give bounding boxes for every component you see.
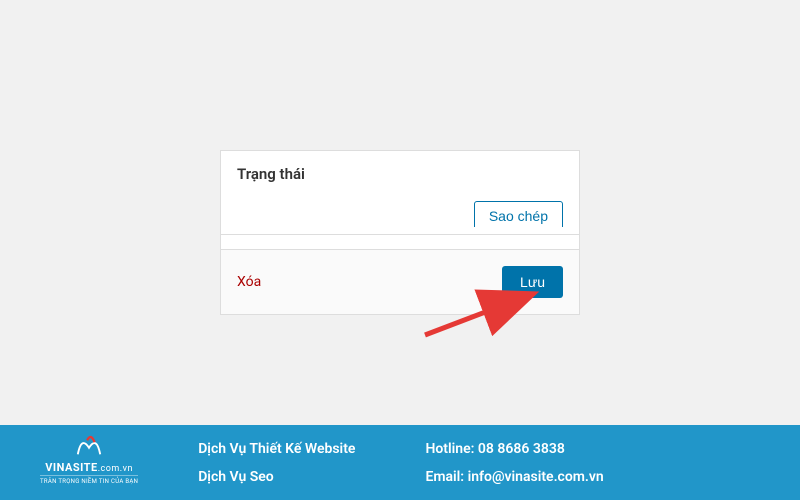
delete-link[interactable]: Xóa xyxy=(237,274,261,290)
logo-icon xyxy=(69,431,109,459)
email: Email: info@vinasite.com.vn xyxy=(425,463,603,491)
logo-tagline: TRÂN TRỌNG NIỀM TIN CỦA BẠN xyxy=(40,475,138,485)
logo-text: VINASITE.com.vn xyxy=(45,461,133,474)
footer-contact: Hotline: 08 8686 3838 Email: info@vinasi… xyxy=(425,435,603,491)
logo: VINASITE.com.vn TRÂN TRỌNG NIỀM TIN CỦA … xyxy=(40,431,138,485)
panel-title: Trạng thái xyxy=(221,151,579,191)
service-seo: Dịch Vụ Seo xyxy=(198,463,355,491)
footer-services: Dịch Vụ Thiết Kế Website Dịch Vụ Seo xyxy=(198,435,355,491)
panel-footer: Xóa Lưu xyxy=(221,250,579,314)
panel-strip xyxy=(220,227,580,235)
footer-bar: VINASITE.com.vn TRÂN TRỌNG NIỀM TIN CỦA … xyxy=(0,425,800,500)
service-web-design: Dịch Vụ Thiết Kế Website xyxy=(198,435,355,463)
hotline: Hotline: 08 8686 3838 xyxy=(425,435,603,463)
panel-body: Sao chép xyxy=(221,191,579,250)
save-button[interactable]: Lưu xyxy=(502,266,563,298)
main-content-area: Trạng thái Sao chép Xóa Lưu xyxy=(0,0,800,425)
